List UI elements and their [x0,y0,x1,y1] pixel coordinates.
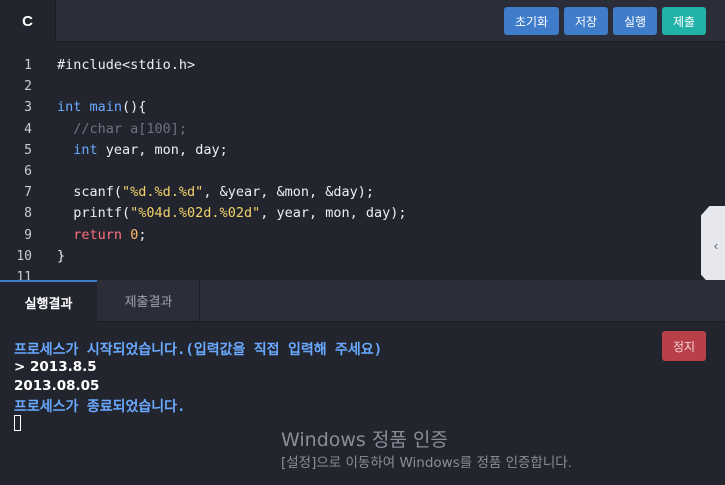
code-content[interactable]: #include<stdio.h> int main(){ //char a[1… [57,55,407,280]
code-line: printf("%04d.%02d.%02d", year, mon, day)… [57,205,407,222]
line-number: 4 [24,121,32,137]
submit-button[interactable]: 제출 [662,7,706,35]
chevron-left-icon: ‹ [713,237,719,253]
line-number: 1 [24,58,32,73]
line-number: 5 [24,142,32,158]
line-number: 8 [24,206,32,222]
code-line: //char a[100]; [57,120,188,137]
line-number: 2 [24,79,32,95]
result-tabs: 실행결과 제출결과 [0,280,725,322]
side-panel-toggle[interactable]: ‹ [701,206,725,284]
console-cursor[interactable] [14,415,21,431]
console-line: > 2013.8.5 [14,359,97,375]
line-number: 7 [24,185,32,201]
console-line: 프로세스가 시작되었습니다.(입력값을 직접 입력해 주세요) [14,342,383,358]
line-number: 11 [16,269,32,280]
code-line: return 0; [73,226,147,243]
line-number: 9 [24,227,32,243]
run-button[interactable]: 실행 [613,7,657,35]
code-line: scanf("%d.%d.%d", &year, &mon, &day); [57,184,374,201]
code-line: int year, mon, day; [73,141,228,158]
reset-button[interactable]: 초기화 [504,7,559,35]
code-line: } [57,247,66,264]
line-number-gutter: 1 2 3 4 5 6 7 8 9 10 11 [0,55,40,280]
code-line: #include<stdio.h> [57,57,196,73]
line-number: 6 [24,163,32,179]
code-editor[interactable]: 1 2 3 4 5 6 7 8 9 10 11 #include<stdio.h… [0,42,725,280]
stop-button[interactable]: 정지 [662,331,706,361]
activation-watermark-subtitle: [설정]으로 이동하여 Windows를 정품 인증합니다. [281,455,572,471]
language-tab[interactable]: C [0,0,56,42]
tab-submission[interactable]: 제출결과 [98,280,200,321]
tab-output[interactable]: 실행결과 [0,280,97,322]
console-line: 프로세스가 종료되었습니다. [14,399,186,415]
line-number: 10 [16,248,32,264]
save-button[interactable]: 저장 [564,7,608,35]
activation-watermark-title: Windows 정품 인증 [281,429,448,451]
code-line: int main(){ [57,99,147,116]
editor-toolbar: C 초기화 저장 실행 제출 [0,0,725,42]
line-number: 3 [24,100,32,116]
console-line: 2013.08.05 [14,378,100,394]
